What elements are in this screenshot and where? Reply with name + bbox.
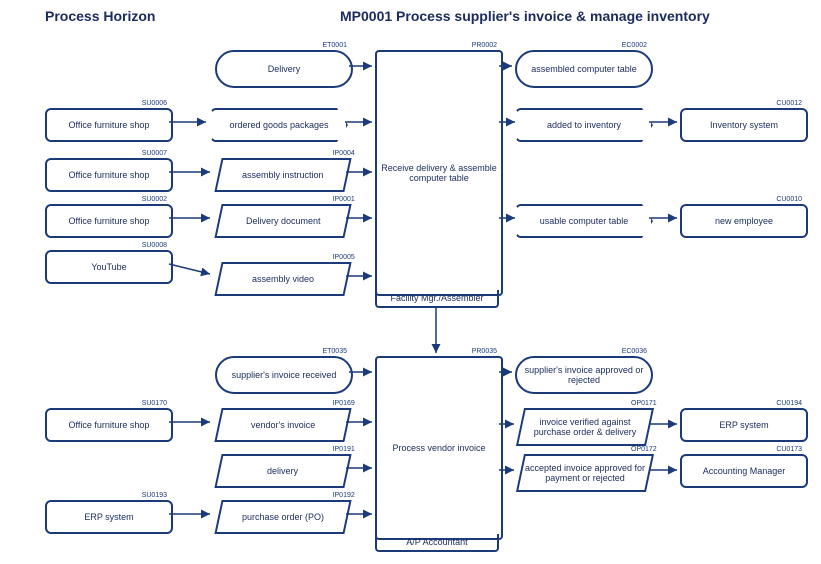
input-doc: IP0192purchase order (PO) xyxy=(214,500,351,534)
process-role: A/P Accountant xyxy=(375,534,499,552)
output-doc: OP0172accepted invoice approved for paym… xyxy=(516,454,654,492)
input-doc: IP0001Delivery document xyxy=(214,204,351,238)
event-trigger: ET0035supplier's invoice received xyxy=(215,356,353,394)
event-complete: EC0002assembled computer table xyxy=(515,50,653,88)
input-doc: IP0005assembly video xyxy=(214,262,351,296)
customer-box: CU0012Inventory system xyxy=(680,108,808,142)
supplier-box: SU0170Office furniture shop xyxy=(45,408,173,442)
event-complete: EC0036supplier's invoice approved or rej… xyxy=(515,356,653,394)
customer-box: CU0010new employee xyxy=(680,204,808,238)
event-trigger: ET0001Delivery xyxy=(215,50,353,88)
input-doc: IP0169vendor's invoice xyxy=(214,408,351,442)
supplier-box: SU0002Office furniture shop xyxy=(45,204,173,238)
process-box: PR0002Receive delivery & assemble comput… xyxy=(375,50,503,296)
title-right: MP0001 Process supplier's invoice & mana… xyxy=(340,8,710,24)
output-item: OP0011added to inventory xyxy=(515,108,653,142)
supplier-box: SU0193ERP system xyxy=(45,500,173,534)
customer-box: CU0194ERP system xyxy=(680,408,808,442)
output-doc: OP0171invoice verified against purchase … xyxy=(516,408,654,446)
input-item: IP0003ordered goods packages xyxy=(210,108,348,142)
supplier-box: SU0008YouTube xyxy=(45,250,173,284)
process-role: Facility Mgr./Assembler xyxy=(375,290,499,308)
input-doc: IP0004assembly instruction xyxy=(214,158,351,192)
input-doc: IP0191delivery xyxy=(214,454,351,488)
output-item: OP0009usable computer table xyxy=(515,204,653,238)
supplier-box: SU0006Office furniture shop xyxy=(45,108,173,142)
customer-box: CU0173Accounting Manager xyxy=(680,454,808,488)
process-box: PR0035Process vendor invoice xyxy=(375,356,503,540)
supplier-box: SU0007Office furniture shop xyxy=(45,158,173,192)
title-left: Process Horizon xyxy=(45,8,155,24)
